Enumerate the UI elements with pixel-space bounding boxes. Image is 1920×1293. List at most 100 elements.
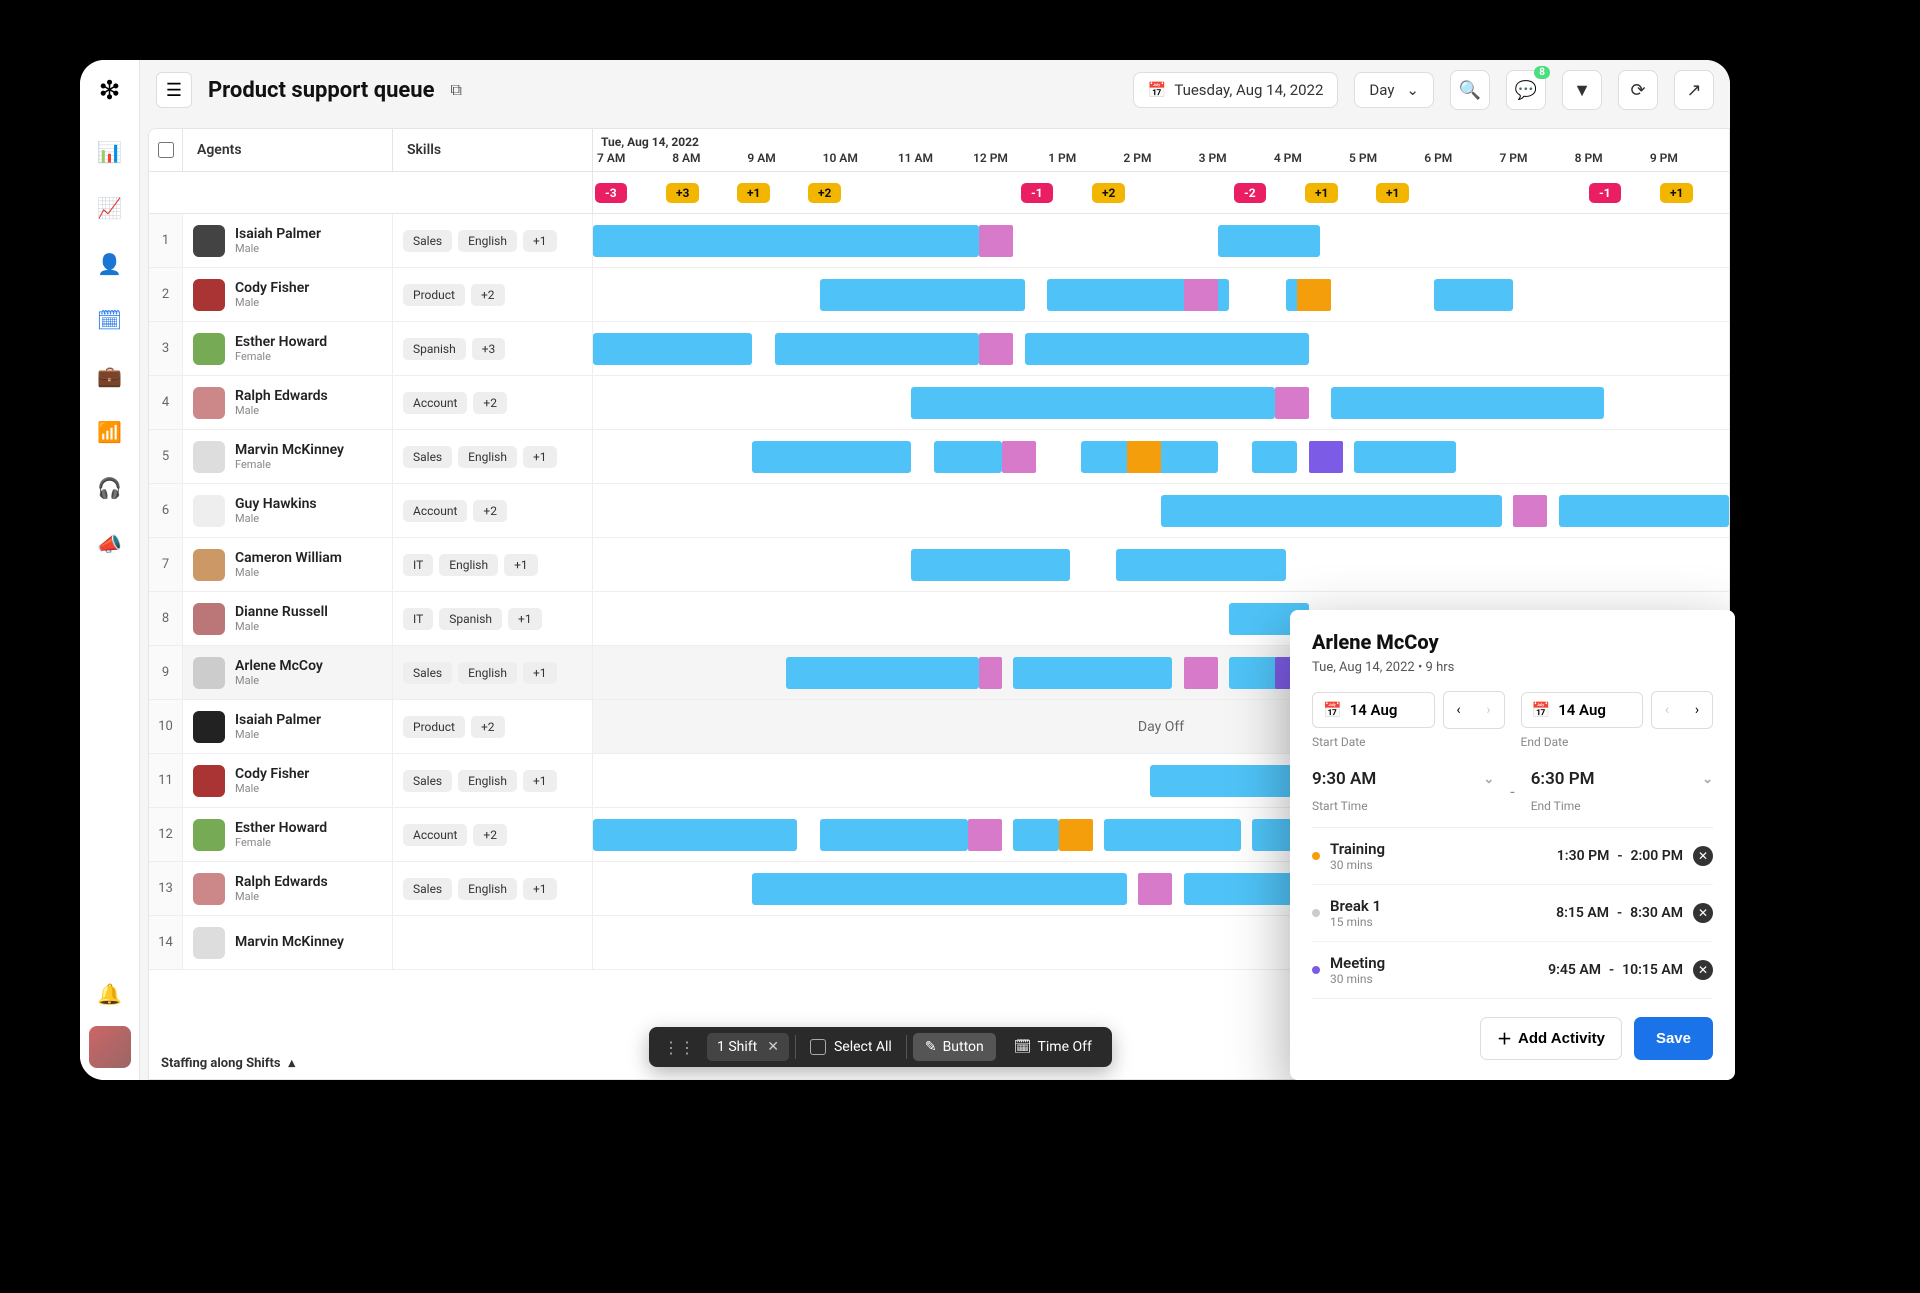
end-date-next[interactable]: › — [1682, 692, 1712, 728]
shift-bar[interactable] — [1116, 549, 1286, 581]
filter-button[interactable]: ▼ — [1562, 70, 1602, 110]
refresh-button[interactable]: ⟳ — [1618, 70, 1658, 110]
staffing-footer-toggle[interactable]: Staffing along Shifts ▴ — [161, 1056, 295, 1071]
activity-to[interactable]: 10:15 AM — [1622, 962, 1683, 978]
timeline-cell[interactable] — [593, 322, 1729, 375]
shift-bar[interactable] — [593, 819, 797, 851]
col-header-agents[interactable]: Agents — [183, 129, 393, 171]
start-date-next[interactable]: › — [1474, 692, 1504, 728]
shift-bar[interactable] — [752, 873, 1127, 905]
agent-row[interactable]: 1Isaiah PalmerMaleSalesEnglish+1 — [149, 214, 1729, 268]
start-date-input[interactable]: 📅 14 Aug — [1312, 692, 1435, 728]
date-picker[interactable]: 📅 Tuesday, Aug 14, 2022 — [1133, 72, 1339, 108]
shift-bar[interactable] — [1161, 495, 1502, 527]
save-button[interactable]: Save — [1634, 1017, 1713, 1060]
activity-block[interactable] — [1309, 441, 1343, 473]
nav-briefcase-icon[interactable]: 💼 — [92, 358, 128, 394]
agent-row[interactable]: 5Marvin McKinneyFemaleSalesEnglish+1 — [149, 430, 1729, 484]
nav-agent-icon[interactable]: 🎧 — [92, 470, 128, 506]
shift-bar[interactable] — [775, 333, 979, 365]
nav-schedule-icon[interactable]: 🗓 — [92, 302, 128, 338]
agent-row[interactable]: 2Cody FisherMaleProduct+2 — [149, 268, 1729, 322]
activity-block[interactable] — [1002, 441, 1036, 473]
shift-bar[interactable] — [1184, 873, 1298, 905]
shift-bar[interactable] — [1025, 333, 1309, 365]
remove-activity-button[interactable]: ✕ — [1693, 903, 1713, 923]
end-date-input[interactable]: 📅 14 Aug — [1521, 692, 1644, 728]
select-all-action[interactable]: Select All — [802, 1039, 900, 1055]
add-activity-button[interactable]: ＋ Add Activity — [1480, 1017, 1622, 1060]
shift-bar[interactable] — [593, 333, 752, 365]
activity-block[interactable] — [1184, 657, 1218, 689]
shift-bar[interactable] — [911, 387, 1275, 419]
end-date-prev[interactable]: ‹ — [1652, 692, 1682, 728]
shift-bar[interactable] — [1252, 441, 1297, 473]
shift-bar[interactable] — [1559, 495, 1729, 527]
time-off-button[interactable]: 🗓 Time Off — [1002, 1033, 1104, 1061]
shift-bar[interactable] — [820, 279, 1024, 311]
timeline-cell[interactable] — [593, 376, 1729, 429]
shift-bar[interactable] — [1354, 441, 1456, 473]
nav-dashboard-icon[interactable]: 📊 — [92, 134, 128, 170]
shift-bar[interactable] — [1013, 657, 1172, 689]
timeline-cell[interactable] — [593, 268, 1729, 321]
activity-block[interactable] — [1184, 279, 1218, 311]
activity-block[interactable] — [1127, 441, 1161, 473]
search-button[interactable]: 🔍 — [1450, 70, 1490, 110]
external-icon[interactable]: ⧉ — [451, 80, 462, 100]
shift-bar[interactable] — [1104, 819, 1240, 851]
chat-button[interactable]: 💬8 — [1506, 70, 1546, 110]
activity-block[interactable] — [968, 819, 1002, 851]
timeline-cell[interactable] — [593, 214, 1729, 267]
activity-block[interactable] — [1059, 819, 1093, 851]
activity-block[interactable] — [1138, 873, 1172, 905]
profile-avatar[interactable] — [89, 1026, 131, 1068]
select-all-checkbox[interactable] — [158, 142, 174, 158]
timeline-cell[interactable] — [593, 484, 1729, 537]
shift-bar[interactable] — [934, 441, 1002, 473]
nav-bell-icon[interactable]: 🔔 — [92, 976, 128, 1012]
agent-row[interactable]: 7Cameron WilliamMaleITEnglish+1 — [149, 538, 1729, 592]
activity-to[interactable]: 2:00 PM — [1630, 848, 1683, 864]
shift-bar[interactable] — [593, 225, 979, 257]
menu-button[interactable]: ☰ — [156, 72, 192, 108]
shift-bar[interactable] — [1013, 819, 1058, 851]
col-header-skills[interactable]: Skills — [393, 129, 593, 171]
drag-handle-icon[interactable]: ⋮⋮ — [657, 1038, 701, 1057]
activity-to[interactable]: 8:30 AM — [1630, 905, 1683, 921]
shift-bar[interactable] — [786, 657, 979, 689]
start-time-select[interactable]: 9:30 AM ⌄ — [1312, 765, 1494, 793]
end-time-select[interactable]: 6:30 PM ⌄ — [1531, 765, 1713, 793]
remove-activity-button[interactable]: ✕ — [1693, 846, 1713, 866]
activity-block[interactable] — [1275, 387, 1309, 419]
shift-bar[interactable] — [911, 549, 1070, 581]
activity-from[interactable]: 8:15 AM — [1556, 905, 1609, 921]
shift-bar[interactable] — [1218, 225, 1320, 257]
agent-row[interactable]: 4Ralph EdwardsMaleAccount+2 — [149, 376, 1729, 430]
agent-row[interactable]: 3Esther HowardFemaleSpanish+3 — [149, 322, 1729, 376]
activity-block[interactable] — [1297, 279, 1331, 311]
agent-row[interactable]: 6Guy HawkinsMaleAccount+2 — [149, 484, 1729, 538]
activity-block[interactable] — [979, 225, 1013, 257]
timeline-cell[interactable] — [593, 430, 1729, 483]
remove-activity-button[interactable]: ✕ — [1693, 960, 1713, 980]
activity-block[interactable] — [979, 333, 1013, 365]
shift-bar[interactable] — [1331, 387, 1604, 419]
activity-block[interactable] — [1513, 495, 1547, 527]
clear-selection-button[interactable]: ✕ — [767, 1039, 779, 1055]
view-select[interactable]: Day ⌄ — [1354, 72, 1434, 108]
shift-bar[interactable] — [820, 819, 968, 851]
timeline-cell[interactable] — [593, 538, 1729, 591]
edit-button[interactable]: ✎ Button — [913, 1033, 996, 1061]
export-button[interactable]: ↗ — [1674, 70, 1714, 110]
activity-block[interactable] — [979, 657, 1002, 689]
start-date-prev[interactable]: ‹ — [1444, 692, 1474, 728]
nav-announce-icon[interactable]: 📣 — [92, 526, 128, 562]
nav-analytics-icon[interactable]: 📈 — [92, 190, 128, 226]
activity-from[interactable]: 1:30 PM — [1557, 848, 1610, 864]
nav-reports-icon[interactable]: 📶 — [92, 414, 128, 450]
activity-from[interactable]: 9:45 AM — [1548, 962, 1601, 978]
shift-bar[interactable] — [1434, 279, 1514, 311]
nav-contacts-icon[interactable]: 👤 — [92, 246, 128, 282]
shift-bar[interactable] — [752, 441, 911, 473]
